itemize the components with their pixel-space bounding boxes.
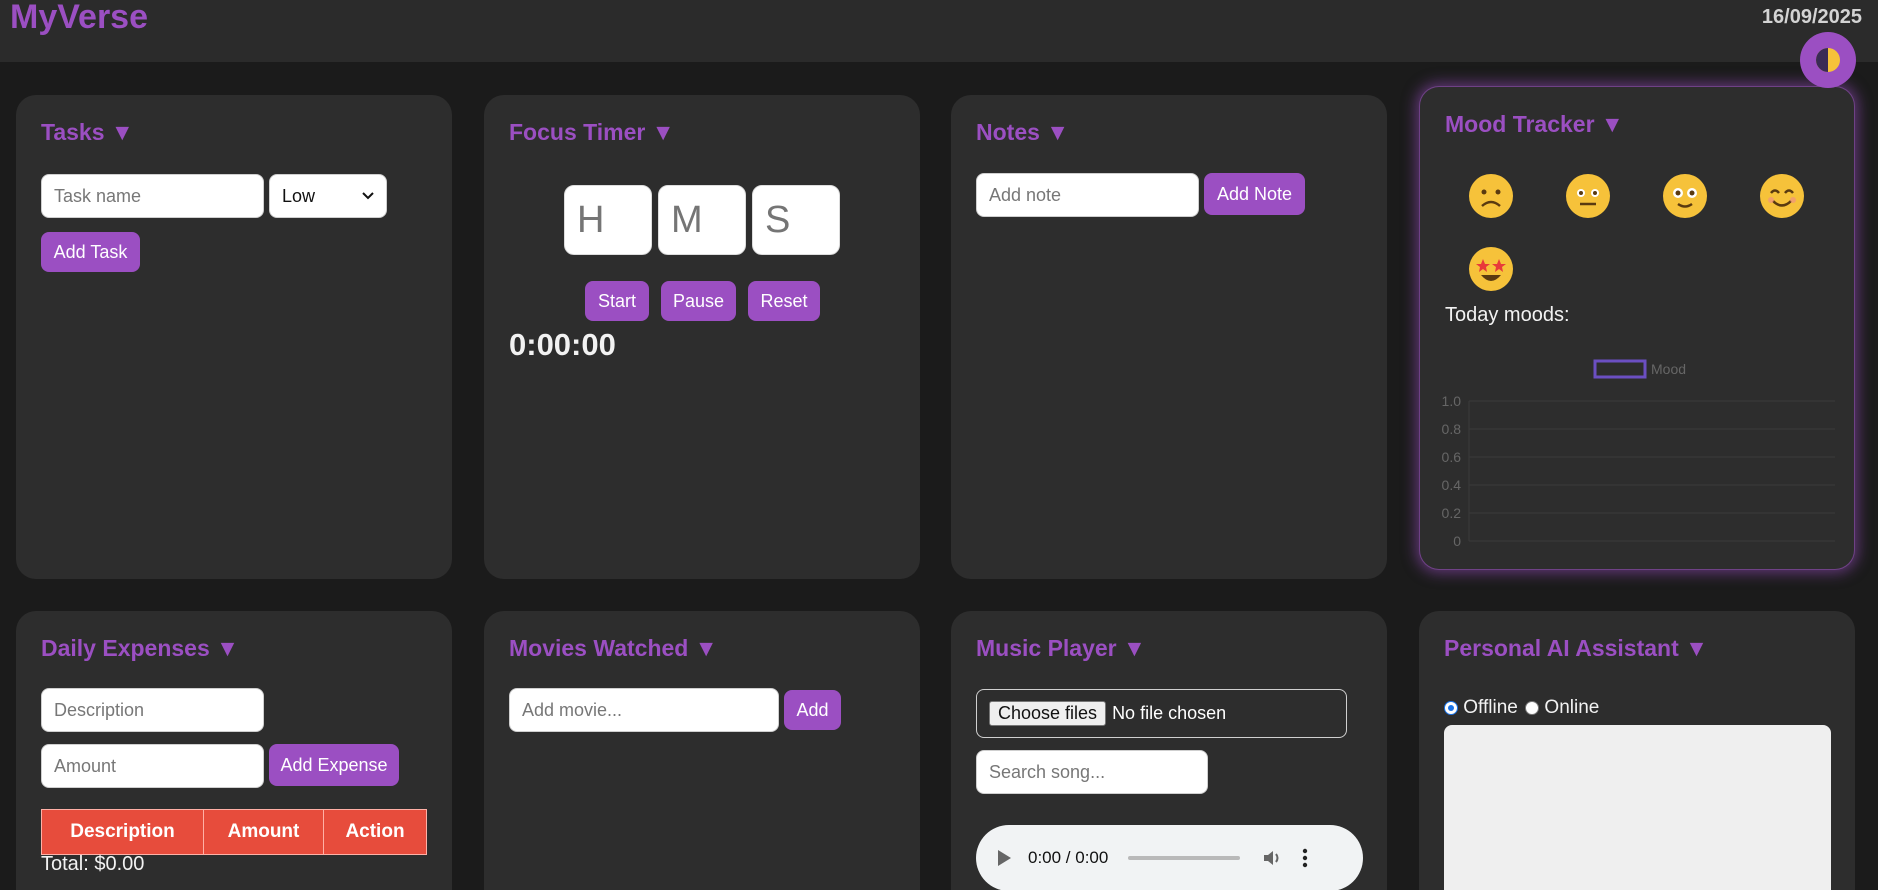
timer-display: 0:00:00: [509, 327, 616, 362]
online-radio[interactable]: [1525, 700, 1540, 715]
add-expense-button[interactable]: Add Expense: [269, 744, 399, 786]
expenses-total: Total: $0.00: [41, 853, 145, 875]
note-input[interactable]: [976, 173, 1199, 217]
ai-assistant-card: Personal AI Assistant ▼ Offline Online: [1419, 611, 1855, 890]
priority-selected-value: Low: [282, 185, 316, 206]
movie-input[interactable]: [509, 688, 779, 732]
flushed-face-icon[interactable]: [1663, 174, 1707, 218]
mood-tracker-title[interactable]: Mood Tracker ▼: [1445, 111, 1624, 138]
expense-description-input[interactable]: [41, 688, 264, 732]
file-picker: Choose files No file chosen: [976, 689, 1347, 738]
expenses-card: Daily Expenses ▼ Add Expense Description…: [16, 611, 452, 890]
minutes-input[interactable]: [658, 185, 746, 255]
ai-assistant-title[interactable]: Personal AI Assistant ▼: [1444, 635, 1708, 662]
offline-label: Offline: [1463, 697, 1518, 718]
choose-files-button[interactable]: Choose files: [989, 701, 1107, 726]
offline-radio[interactable]: [1444, 700, 1458, 715]
song-search-input[interactable]: [976, 750, 1208, 794]
start-button[interactable]: Start: [585, 281, 649, 321]
mood-tracker-card: Mood Tracker ▼ Today moods: Mood 1.0 0.8 0.…: [1419, 86, 1855, 570]
music-player-title[interactable]: Music Player ▼: [976, 635, 1146, 662]
expenses-table: Description Amount Action: [41, 809, 427, 855]
movies-title[interactable]: Movies Watched ▼: [509, 635, 718, 662]
column-header: Action: [323, 809, 427, 855]
expenses-title[interactable]: Daily Expenses ▼: [41, 635, 239, 662]
current-date: 16/09/2025: [1761, 6, 1862, 28]
movies-card: Movies Watched ▼ Add: [484, 611, 920, 890]
smiling-face-icon[interactable]: [1760, 174, 1804, 218]
expense-amount-input[interactable]: [41, 744, 264, 788]
top-bar: MyVerse 16/09/2025: [0, 0, 1878, 62]
hours-input[interactable]: [564, 185, 652, 255]
audio-time: 0:00 / 0:00: [1028, 848, 1109, 867]
audio-progress-bar[interactable]: [1128, 856, 1241, 860]
mood-chart: Mood 1.0 0.8 0.6 0.4 0.2 0: [1442, 359, 1835, 549]
legend-swatch: [1593, 359, 1647, 379]
reset-button[interactable]: Reset: [748, 281, 820, 321]
more-options-icon[interactable]: [1302, 848, 1308, 868]
focus-timer-card: Focus Timer ▼ Start Pause Reset 0:00:00: [484, 95, 920, 579]
neutral-face-icon[interactable]: [1566, 174, 1610, 218]
online-label: Online: [1544, 697, 1600, 718]
y-tick-label: 0: [1453, 533, 1461, 549]
notes-title[interactable]: Notes ▼: [976, 119, 1069, 146]
column-header: Amount: [203, 809, 324, 855]
play-icon[interactable]: [996, 849, 1012, 867]
tasks-card: Tasks ▼ Low Add Task: [16, 95, 452, 579]
tasks-title[interactable]: Tasks ▼: [41, 119, 134, 146]
y-tick-label: 0.6: [1442, 449, 1462, 465]
chevron-down-icon: [362, 192, 374, 200]
audio-player: 0:00 / 0:00: [976, 825, 1363, 890]
focus-timer-title[interactable]: Focus Timer ▼: [509, 119, 675, 146]
task-name-input[interactable]: [41, 174, 264, 218]
y-tick-label: 0.2: [1442, 505, 1462, 521]
half-moon-theme-icon: [1816, 48, 1840, 72]
seconds-input[interactable]: [752, 185, 840, 255]
volume-icon[interactable]: [1262, 848, 1282, 868]
table-header-row: Description Amount Action: [41, 809, 427, 855]
sad-face-icon[interactable]: [1469, 174, 1513, 218]
app-brand: MyVerse: [10, 0, 148, 36]
mode-selector: Offline Online: [1444, 697, 1599, 719]
theme-toggle-button[interactable]: [1800, 32, 1856, 88]
today-moods-label: Today moods:: [1445, 304, 1570, 326]
star-struck-face-icon[interactable]: [1469, 247, 1513, 291]
music-player-card: Music Player ▼ Choose files No file chos…: [951, 611, 1387, 890]
add-movie-button[interactable]: Add: [784, 690, 841, 730]
pause-button[interactable]: Pause: [661, 281, 736, 321]
file-status: No file chosen: [1112, 703, 1227, 723]
chat-output-area[interactable]: [1444, 725, 1831, 890]
y-tick-label: 1.0: [1442, 393, 1462, 409]
priority-select[interactable]: Low: [269, 174, 387, 218]
legend-label: Mood: [1651, 361, 1686, 377]
column-header: Description: [41, 809, 204, 855]
y-tick-label: 0.4: [1442, 477, 1462, 493]
add-task-button[interactable]: Add Task: [41, 232, 140, 272]
notes-card: Notes ▼ Add Note: [951, 95, 1387, 579]
y-tick-label: 0.8: [1442, 421, 1462, 437]
add-note-button[interactable]: Add Note: [1204, 173, 1305, 215]
